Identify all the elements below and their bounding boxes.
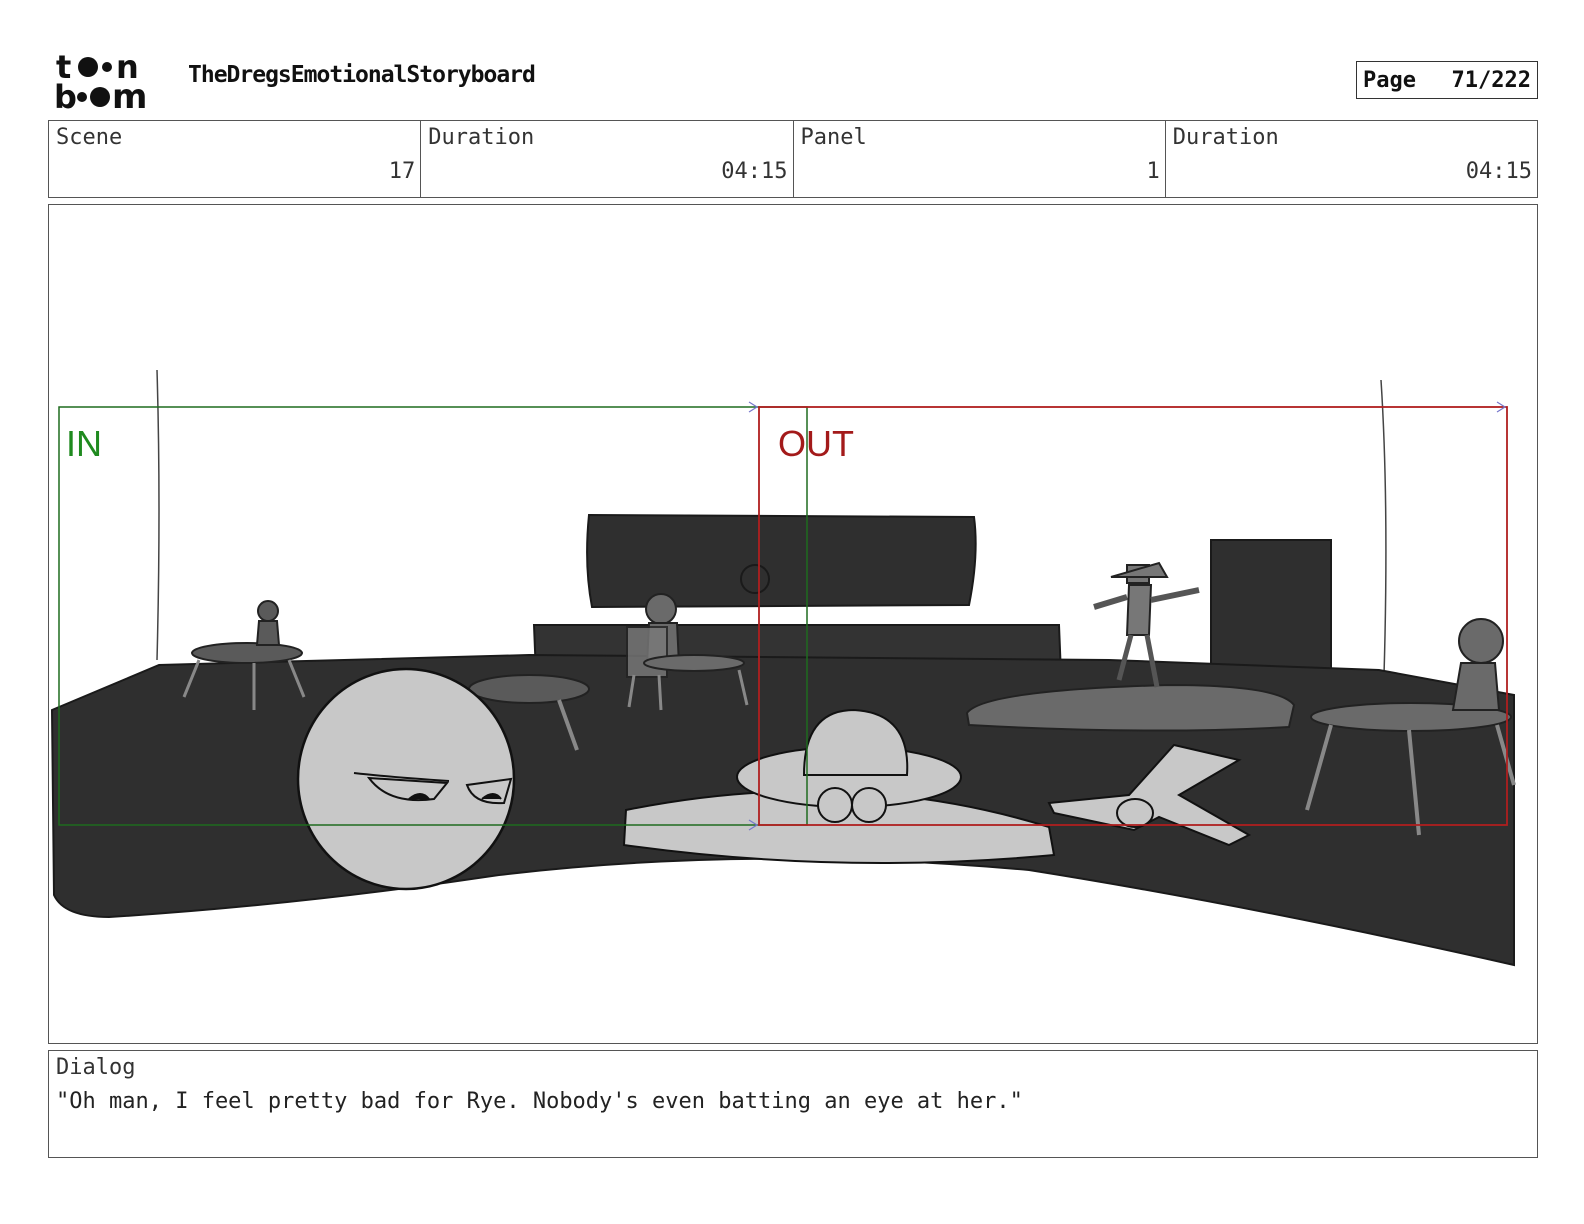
- scene-duration-cell: Duration 04:15: [421, 121, 794, 197]
- scene-duration-label: Duration: [428, 125, 535, 150]
- panel-info-row: Scene 17 Duration 04:15 Panel 1 Duration…: [48, 120, 1538, 198]
- character-small-left: [257, 600, 279, 622]
- camera-out-label: OUT: [778, 423, 854, 464]
- character-large-head: [296, 667, 516, 891]
- panel-duration-value: 04:15: [1465, 159, 1532, 184]
- character-right-seated: [1458, 618, 1504, 664]
- page-number: 71/222: [1451, 67, 1531, 93]
- dialog-label: Dialog: [56, 1055, 136, 1080]
- panel-cell: Panel 1: [794, 121, 1166, 197]
- page-indicator: Page 71/222: [1356, 61, 1538, 99]
- character-shadow-back: [740, 564, 770, 594]
- scene-cell: Scene 17: [49, 121, 422, 197]
- table-center-left: [468, 674, 590, 704]
- panel-value: 1: [1146, 159, 1160, 184]
- character-seated-back: [645, 593, 677, 625]
- wall-line-right: [1380, 379, 1387, 676]
- svg-text:b: b: [54, 78, 77, 112]
- panel-duration-label: Duration: [1172, 125, 1279, 150]
- panel-label: Panel: [800, 125, 867, 150]
- toon-boom-logo: t n b m: [52, 48, 164, 117]
- scene-label: Scene: [56, 125, 123, 150]
- camera-in-label: IN: [66, 423, 102, 464]
- storyboard-panel: IN OUT: [48, 204, 1538, 1044]
- scene-duration-value: 04:15: [721, 159, 788, 184]
- page-label: Page: [1363, 67, 1416, 93]
- dialog-box: Dialog "Oh man, I feel pretty bad for Ry…: [48, 1050, 1538, 1158]
- table-left: [191, 642, 303, 664]
- back-bench: [586, 513, 977, 609]
- panel-duration-cell: Duration 04:15: [1166, 121, 1537, 197]
- wall-line-left: [156, 369, 160, 661]
- doorway: [1210, 539, 1332, 671]
- panel-sketch: [50, 369, 1516, 967]
- svg-text:m: m: [112, 77, 147, 112]
- project-title: TheDregsEmotionalStoryboard: [188, 62, 536, 88]
- scene-value: 17: [388, 159, 416, 184]
- dialog-text: "Oh man, I feel pretty bad for Rye. Nobo…: [56, 1089, 1023, 1114]
